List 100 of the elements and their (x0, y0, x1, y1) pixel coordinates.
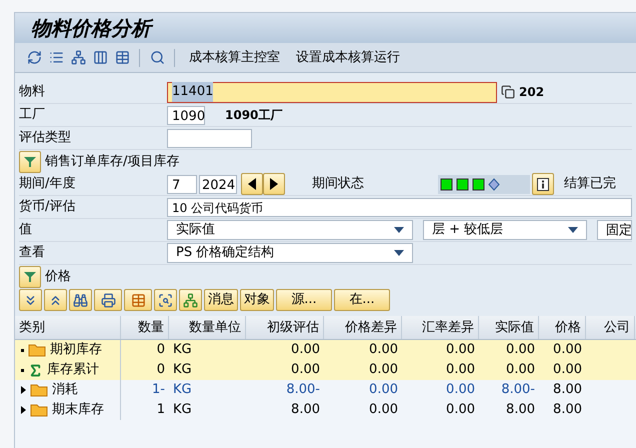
dropdown[interactable]: PS 价格确定结构 (167, 243, 413, 263)
column-header[interactable]: 汇率差异 (402, 316, 479, 339)
table-cell-text: 0.00 (505, 341, 536, 360)
column-header[interactable]: 数量 (121, 316, 169, 339)
table-cell-text: 8.00 (290, 401, 321, 420)
plant-field[interactable]: 1090 (167, 106, 205, 124)
field-label: 工厂 (19, 106, 46, 124)
column-header[interactable]: 实际值 (479, 316, 539, 339)
year-field[interactable]: 2024 (199, 174, 237, 194)
binoculars-icon (73, 292, 88, 308)
hierarchy-icon (183, 292, 198, 308)
valuation-type-field[interactable] (167, 128, 252, 148)
previous-button[interactable] (241, 173, 263, 195)
toolbar-button[interactable]: 对象 (240, 289, 274, 311)
zoom-button[interactable] (154, 289, 177, 311)
table-cell-text: 0.00 (552, 361, 583, 380)
magnifier-icon (158, 292, 173, 308)
table-cell-text: 8.00 (552, 401, 583, 420)
field-label: 值 (19, 221, 33, 240)
status-text: 结算已完 (564, 175, 616, 194)
dropdown[interactable]: 层 + 较低层 (423, 220, 587, 240)
table-cell-text: 8.00- (285, 381, 321, 400)
table-cell-text: 0.00 (552, 341, 583, 360)
toolbar-link[interactable]: 成本核算主控室 (183, 48, 286, 68)
table-cell-text: 0.00 (290, 361, 321, 380)
field-label: 物料 (19, 83, 46, 102)
column-header[interactable]: 公司 (586, 316, 635, 339)
hierarchy-button[interactable] (179, 289, 202, 311)
printer-icon (100, 292, 116, 308)
field-label: 查看 (19, 244, 46, 262)
expand-button[interactable] (19, 266, 41, 288)
period-field[interactable]: 7 (167, 174, 197, 194)
folder-icon (30, 383, 48, 397)
toolbar-button[interactable]: 源... (276, 289, 332, 311)
hierarchy-icon[interactable] (69, 48, 87, 66)
expand-all-button[interactable] (19, 289, 42, 311)
table-row[interactable]: 消耗 1- KG 8.00- 0.00 0.00 8.00- 8.00 (15, 380, 636, 400)
table-icon (130, 292, 146, 308)
table-row[interactable]: 期末库存 1 KG 8.00 0.00 0.00 8.00 8.00 (15, 400, 636, 420)
table-cell-text: 0.00 (368, 341, 399, 360)
toolbar-button[interactable]: 消息 (204, 289, 238, 311)
table-cell-text: 0.00 (445, 341, 476, 360)
field-label: 评估类型 (19, 129, 72, 148)
table-cell-text: 1 (156, 401, 166, 420)
dropdown[interactable]: 实际值 (167, 220, 413, 240)
table-cell-text: 0 (156, 361, 166, 380)
expand-button[interactable] (19, 150, 41, 172)
column-header[interactable]: 价格 (539, 316, 586, 339)
info-button[interactable] (532, 173, 554, 195)
table-cell-text: 0.00 (445, 381, 476, 400)
material-number: 202 (519, 84, 544, 101)
table-cell-text: 0.00 (368, 401, 399, 420)
filter-icon (23, 156, 37, 168)
window-title: 物料价格分析 (31, 13, 151, 43)
plant-description: 1090工厂 (225, 107, 282, 124)
section-label: 价格 (45, 268, 71, 286)
dropdown-arrow-icon (568, 227, 578, 233)
toolbar-button[interactable]: 在... (334, 289, 390, 311)
column-header[interactable]: 初级评估 (246, 316, 324, 339)
field-label: 货币/评估 (19, 198, 76, 216)
copy-icon[interactable] (501, 85, 515, 99)
section-label: 销售订单库存/项目库存 (45, 152, 180, 171)
table-cell-text: 0.00 (290, 341, 321, 360)
category-text: 期末库存 (52, 401, 104, 420)
table-cell-text: 1- (151, 381, 166, 400)
toolbar-link[interactable]: 设置成本核算运行 (290, 48, 406, 68)
field-label: 期间/年度 (19, 175, 76, 194)
table-cell-text: KG (172, 381, 193, 400)
column-header[interactable]: 数量单位 (169, 316, 246, 339)
filter-icon (23, 270, 37, 282)
table-cell-text: KG (172, 361, 193, 380)
material-field[interactable]: 11401 (167, 82, 497, 102)
category-text: 消耗 (52, 381, 78, 400)
find-button[interactable] (69, 289, 92, 311)
column-header[interactable]: 价格差异 (324, 316, 402, 339)
collapse-all-button[interactable] (44, 289, 67, 311)
table-cell-text: 0 (156, 341, 166, 360)
column-header[interactable]: 类别 (15, 316, 121, 339)
sum-icon (28, 362, 43, 378)
folder-icon (30, 403, 48, 417)
table-row[interactable]: 期初库存 0 KG 0.00 0.00 0.00 0.00 0.00 (15, 340, 636, 360)
print-button[interactable] (94, 289, 122, 311)
info-icon (537, 178, 549, 190)
currency-field[interactable]: 10 公司代码货币 (167, 198, 632, 216)
table-cell-text: 8.00 (505, 401, 536, 420)
table-row[interactable]: 库存累计 0 KG 0.00 0.00 0.00 0.00 0.00 (15, 360, 636, 380)
table-cell-text: KG (172, 401, 193, 420)
category-text: 库存累计 (47, 361, 99, 380)
field-label: 期间状态 (312, 175, 365, 194)
table-cell-text: 8.00 (552, 381, 583, 400)
table-cell-text: KG (172, 341, 193, 360)
category-text: 期初库存 (50, 341, 102, 360)
table-cell-text: 0.00 (505, 361, 536, 380)
dropdown-arrow-icon (394, 250, 404, 256)
layout-button[interactable] (124, 289, 152, 311)
dropdown[interactable]: 固定 (597, 220, 632, 240)
next-button[interactable] (263, 173, 285, 195)
dropdown-arrow-icon (394, 227, 404, 233)
folder-icon (28, 343, 46, 357)
table-cell-text: 0.00 (445, 361, 476, 380)
